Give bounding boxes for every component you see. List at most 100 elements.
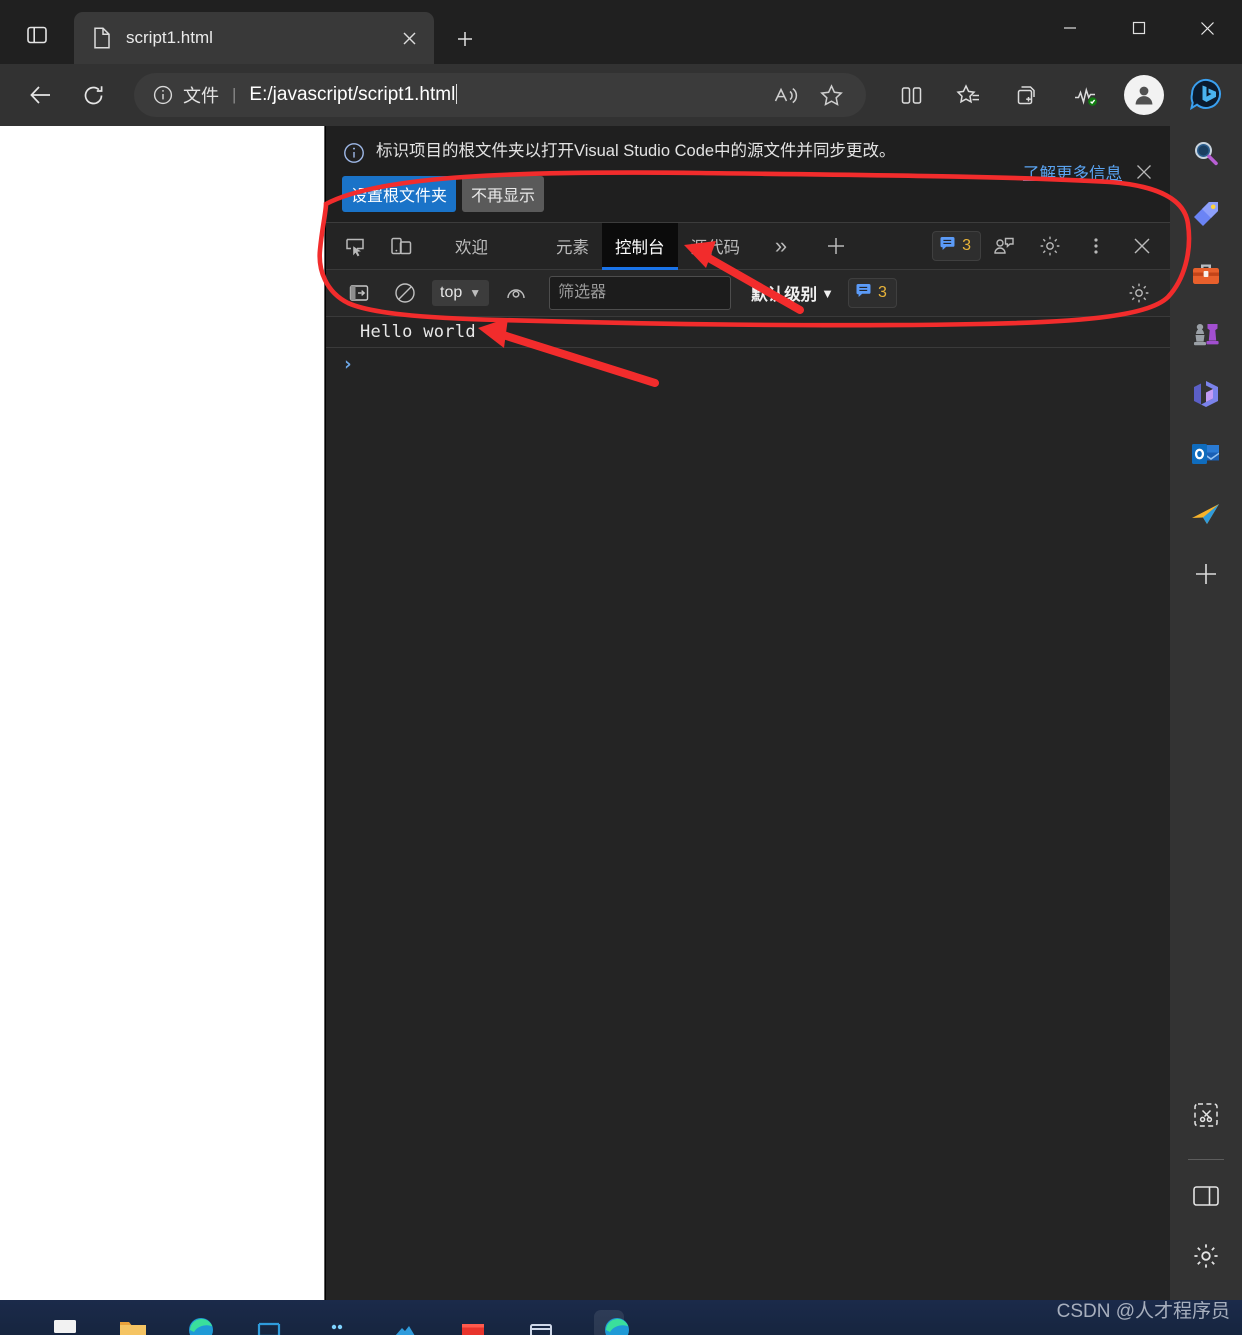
sidebar-bottom-actions: [1180, 1089, 1232, 1290]
performance-heartbeat-icon[interactable]: [1064, 74, 1106, 116]
windows-taskbar: [0, 1300, 1242, 1335]
console-log-levels-dropdown[interactable]: 默认级别 ▼: [751, 281, 834, 305]
screenshot-root: script1.html 文件 | E:/javascript/script1.…: [0, 0, 1242, 1335]
favorites-list-icon[interactable]: [948, 74, 990, 116]
address-bar[interactable]: 文件 | E:/javascript/script1.html: [134, 73, 866, 117]
inspect-element-icon[interactable]: [337, 228, 373, 264]
games-chess-icon[interactable]: [1180, 308, 1232, 360]
window-controls: [1035, 0, 1242, 56]
info-banner-close-icon[interactable]: [1132, 160, 1156, 184]
tab-title: script1.html: [126, 28, 213, 47]
favorite-star-icon[interactable]: [810, 74, 852, 116]
split-screen-icon[interactable]: [890, 74, 932, 116]
address-bar-actions: [760, 74, 852, 116]
tab-close-icon[interactable]: [392, 21, 426, 55]
address-separator: |: [232, 85, 237, 104]
shopping-tag-icon[interactable]: [1180, 188, 1232, 240]
refresh-icon[interactable]: [72, 74, 114, 116]
devtools-panel: 标识项目的根文件夹以打开Visual Studio Code中的源文件并同步更改…: [325, 126, 1170, 1300]
web-capture-scissors-icon[interactable]: [1180, 1089, 1232, 1141]
device-toolbar-icon[interactable]: [383, 228, 419, 264]
page-file-icon: [92, 26, 112, 50]
taskbar-start-icon[interactable]: [50, 1314, 80, 1335]
add-sidebar-icon[interactable]: [1180, 548, 1232, 600]
browser-window: script1.html 文件 | E:/javascript/script1.…: [0, 0, 1242, 1300]
toolbox-icon[interactable]: [1180, 248, 1232, 300]
console-context-selector[interactable]: top ▼: [432, 280, 490, 306]
issues-count: 3: [962, 237, 971, 254]
devtools-tab-bar: 欢迎 元素 控制台 源代码 » 3: [326, 222, 1170, 270]
sidebar-divider: [1188, 1159, 1224, 1160]
taskbar-active-edge-icon[interactable]: [594, 1310, 629, 1335]
console-prompt-chevron-icon: ›: [342, 353, 354, 375]
console-output-area[interactable]: Hello world ›: [326, 317, 1170, 1300]
add-panel-button[interactable]: [818, 228, 854, 264]
chevron-down-icon: ▼: [821, 285, 835, 301]
taskbar-calendar-icon[interactable]: [458, 1314, 488, 1335]
message-bubble-icon: [855, 282, 872, 304]
address-url-text[interactable]: E:/javascript/script1.html: [249, 84, 760, 106]
site-info-icon[interactable]: [152, 84, 174, 106]
read-aloud-icon[interactable]: [764, 74, 806, 116]
console-message-count: 3: [878, 284, 887, 301]
split-panel-icon[interactable]: [1180, 1170, 1232, 1222]
devtools-tab-console[interactable]: 控制台: [602, 222, 678, 270]
outlook-icon[interactable]: [1180, 428, 1232, 480]
devtools-tab-welcome[interactable]: 欢迎: [442, 223, 501, 270]
console-settings-gear-icon[interactable]: [1121, 275, 1157, 311]
copilot-bing-icon[interactable]: [1180, 68, 1232, 120]
devtools-tab-sources[interactable]: 源代码: [678, 223, 754, 270]
taskbar-onedrive-icon[interactable]: [390, 1314, 420, 1335]
devtools-info-banner: 标识项目的根文件夹以打开Visual Studio Code中的源文件并同步更改…: [326, 126, 1170, 223]
console-sidebar-icon[interactable]: [341, 275, 377, 311]
console-filter-bar: top ▼ 默认级别 ▼: [326, 270, 1170, 317]
tab-list-icon[interactable]: [14, 12, 60, 58]
more-tabs-chevron-icon[interactable]: »: [763, 228, 799, 264]
set-root-folder-button[interactable]: 设置根文件夹: [342, 176, 457, 212]
browser-tab[interactable]: script1.html: [74, 12, 434, 64]
message-bubble-icon: [939, 235, 956, 257]
taskbar-vscode-icon[interactable]: [254, 1314, 284, 1335]
taskbar-edge-icon[interactable]: [186, 1314, 216, 1335]
edge-sidebar-rail: [1170, 64, 1242, 1300]
info-circle-icon: [342, 141, 366, 165]
console-message-count-badge[interactable]: 3: [848, 278, 897, 308]
microsoft-365-icon[interactable]: [1180, 368, 1232, 420]
console-filter-input[interactable]: [549, 276, 732, 310]
live-expression-eye-icon[interactable]: [498, 275, 534, 311]
dont-show-again-button[interactable]: 不再显示: [462, 176, 545, 212]
profile-avatar[interactable]: [1124, 75, 1164, 115]
send-plane-icon[interactable]: [1180, 488, 1232, 540]
chevron-down-icon: ▼: [469, 286, 482, 300]
sidebar-settings-gear-icon[interactable]: [1180, 1230, 1232, 1282]
navigation-toolbar: 文件 | E:/javascript/script1.html: [0, 64, 1242, 126]
info-banner-message: 标识项目的根文件夹以打开Visual Studio Code中的源文件并同步更改…: [376, 142, 896, 160]
minimize-button[interactable]: [1035, 0, 1104, 56]
window-close-button[interactable]: [1173, 0, 1242, 56]
devtools-settings-gear-icon[interactable]: [1032, 228, 1068, 264]
devtools-close-icon[interactable]: [1124, 228, 1160, 264]
console-log-entry: Hello world: [326, 317, 1170, 348]
taskbar-explorer-icon[interactable]: [118, 1314, 148, 1335]
taskbar-app-icon[interactable]: [322, 1314, 352, 1335]
feedback-icon[interactable]: [986, 228, 1022, 264]
more-vertical-icon[interactable]: [1078, 228, 1114, 264]
tab-strip: script1.html: [0, 0, 1242, 64]
address-scheme-label: 文件: [183, 86, 219, 106]
info-banner-actions: 了解更多信息: [1023, 160, 1156, 184]
new-tab-button[interactable]: [444, 18, 486, 60]
back-arrow-icon[interactable]: [20, 74, 62, 116]
collections-icon[interactable]: [1006, 74, 1048, 116]
issues-badge[interactable]: 3: [932, 231, 981, 261]
maximize-button[interactable]: [1104, 0, 1173, 56]
web-page-viewport[interactable]: [0, 126, 325, 1300]
log-levels-label: 默认级别: [751, 286, 818, 304]
console-prompt-row[interactable]: ›: [326, 348, 1170, 380]
taskbar-icons: [0, 1300, 1242, 1335]
search-icon[interactable]: [1180, 128, 1232, 180]
content-area: 标识项目的根文件夹以打开Visual Studio Code中的源文件并同步更改…: [0, 126, 1170, 1300]
learn-more-link[interactable]: 了解更多信息: [1023, 160, 1122, 184]
devtools-tab-elements[interactable]: 元素: [543, 223, 602, 270]
clear-console-icon[interactable]: [387, 275, 423, 311]
taskbar-store-icon[interactable]: [526, 1314, 556, 1335]
